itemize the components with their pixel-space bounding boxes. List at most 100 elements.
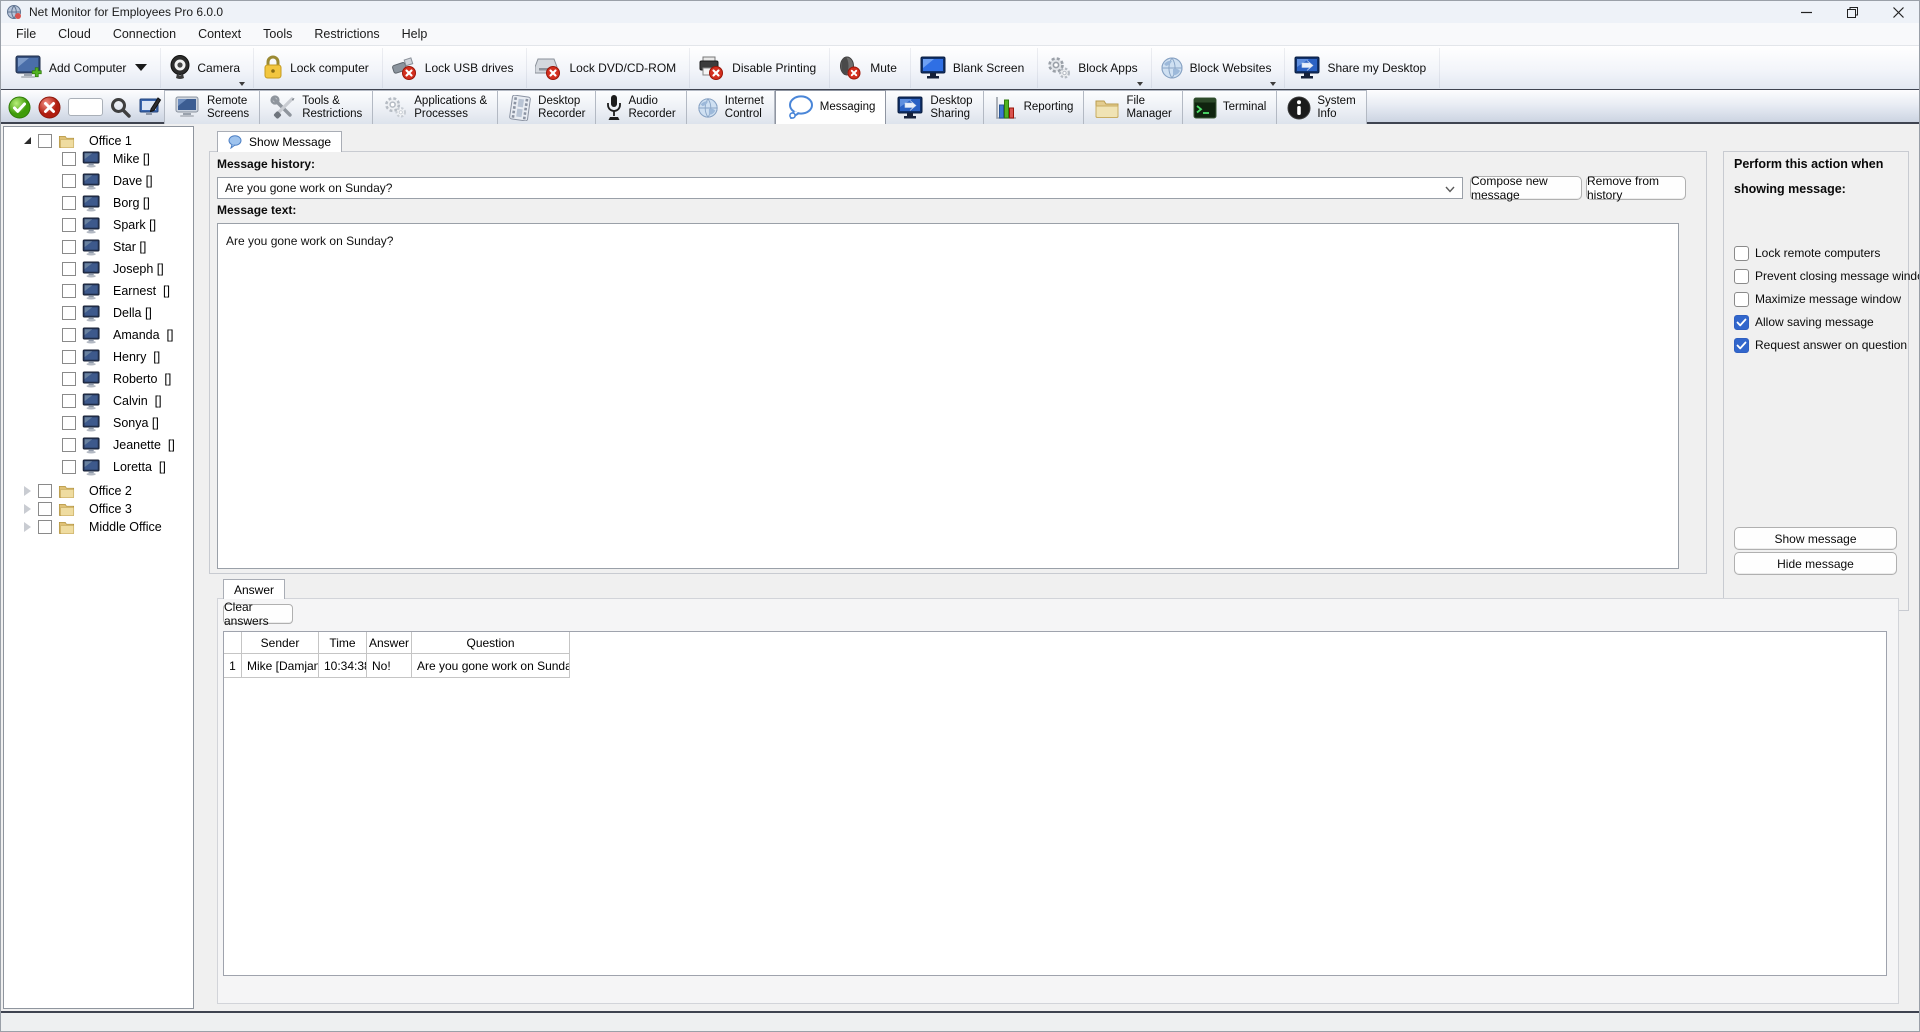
tree-checkbox[interactable] [62,174,76,188]
tree-checkbox[interactable] [62,438,76,452]
tree-computer-henry[interactable]: Henry [] [4,347,193,367]
small-dropdown-icon[interactable] [239,82,245,86]
tree-checkbox[interactable] [62,262,76,276]
tree-group-office-1[interactable]: Office 1 [4,131,193,151]
tree-checkbox[interactable] [62,240,76,254]
tree-checkbox[interactable] [38,520,52,534]
tree-checkbox[interactable] [62,284,76,298]
tab-desktop-recorder[interactable]: DesktopRecorder [498,90,596,124]
menu-connection[interactable]: Connection [102,23,187,46]
tree-collapse-icon[interactable] [24,137,31,144]
checkbox-checked-icon[interactable] [1734,315,1749,330]
tree-expand-icon[interactable] [24,504,31,514]
tree-computer-sonya[interactable]: Sonya [] [4,413,193,433]
checkbox-unchecked-icon[interactable] [1734,292,1749,307]
tree-checkbox[interactable] [62,416,76,430]
tree-checkbox[interactable] [62,152,76,166]
menu-restrictions[interactable]: Restrictions [303,23,390,46]
hide-message-button[interactable]: Hide message [1734,552,1897,575]
menu-file[interactable]: File [5,23,47,46]
checkbox-unchecked-icon[interactable] [1734,246,1749,261]
tree-checkbox[interactable] [38,502,52,516]
tree-computer-della[interactable]: Della [] [4,303,193,323]
toolbar-button-disable-printing[interactable]: Disable Printing [690,48,830,88]
toolbar-button-blank-screen[interactable]: Blank Screen [911,48,1038,88]
compose-new-message-button[interactable]: Compose new message [1470,176,1582,200]
tree-computer-jeanette[interactable]: Jeanette [] [4,435,193,455]
tree-computer-loretta[interactable]: Loretta [] [4,457,193,477]
tree-checkbox[interactable] [62,394,76,408]
tree-checkbox[interactable] [62,460,76,474]
toolbar-button-mute[interactable]: Mute [830,48,911,88]
tab-desktop-sharing[interactable]: DesktopSharing [886,90,983,124]
tree-checkbox[interactable] [62,306,76,320]
tree-group-office-3[interactable]: Office 3 [4,499,193,519]
search-icon[interactable] [110,97,131,118]
toolbar-button-block-websites[interactable]: Block Websites [1152,48,1286,88]
restore-button[interactable] [1829,1,1875,23]
tab-show-message[interactable]: Show Message [217,131,342,152]
toolbar-button-lock-usb-drives[interactable]: Lock USB drives [383,48,528,88]
tree-checkbox[interactable] [38,484,52,498]
tab-file-manager[interactable]: FileManager [1084,90,1182,124]
show-message-button[interactable]: Show message [1734,527,1897,550]
column-header-rownum[interactable] [224,632,242,654]
tree-group-office-2[interactable]: Office 2 [4,481,193,501]
disconnect-icon[interactable] [38,96,61,119]
tab-messaging[interactable]: Messaging [775,90,887,124]
option-row-maximize-message-window[interactable]: Maximize message window [1734,291,1901,307]
tab-terminal[interactable]: Terminal [1183,90,1277,124]
column-header-question[interactable]: Question [412,632,570,654]
tab-applications-processes[interactable]: Applications &Processes [373,90,498,124]
close-button[interactable] [1875,1,1920,23]
menu-tools[interactable]: Tools [252,23,303,46]
message-history-combobox[interactable]: Are you gone work on Sunday? [217,177,1463,199]
tree-checkbox[interactable] [62,350,76,364]
tree-group-middle-office[interactable]: Middle Office [4,517,193,537]
filter-input[interactable] [68,98,103,116]
small-dropdown-icon[interactable] [1270,82,1276,86]
tab-system-info[interactable]: SystemInfo [1277,90,1366,124]
tab-reporting[interactable]: Reporting [984,90,1085,124]
option-row-lock-remote-computers[interactable]: Lock remote computers [1734,245,1880,261]
checkbox-unchecked-icon[interactable] [1734,269,1749,284]
column-header-answer[interactable]: Answer [367,632,412,654]
remove-from-history-button[interactable]: Remove from history [1586,176,1686,200]
tab-audio-recorder[interactable]: AudioRecorder [596,90,686,124]
tab-answer[interactable]: Answer [223,579,285,599]
column-header-time[interactable]: Time [319,632,367,654]
tree-computer-roberto[interactable]: Roberto [] [4,369,193,389]
connect-icon[interactable] [8,96,31,119]
option-row-allow-saving-message[interactable]: Allow saving message [1734,314,1874,330]
tree-checkbox[interactable] [62,218,76,232]
tree-computer-mike[interactable]: Mike [] [4,149,193,169]
option-row-request-answer-on-question[interactable]: Request answer on question [1734,337,1907,353]
toolbar-button-lock-computer[interactable]: Lock computer [254,48,383,88]
tree-checkbox[interactable] [38,134,52,148]
menu-cloud[interactable]: Cloud [47,23,102,46]
dropdown-caret-icon[interactable] [135,64,147,71]
tree-checkbox[interactable] [62,372,76,386]
small-dropdown-icon[interactable] [1137,82,1143,86]
toolbar-button-add-computer[interactable]: Add Computer [7,48,161,88]
tree-computer-amanda[interactable]: Amanda [] [4,325,193,345]
tree-checkbox[interactable] [62,196,76,210]
tree-computer-star[interactable]: Star [] [4,237,193,257]
message-text-input[interactable]: Are you gone work on Sunday? [217,223,1679,569]
toolbar-button-camera[interactable]: Camera [161,48,254,88]
tree-computer-borg[interactable]: Borg [] [4,193,193,213]
tab-remote-screens[interactable]: RemoteScreens [164,90,260,124]
menu-context[interactable]: Context [187,23,252,46]
option-row-prevent-closing-message-window[interactable]: Prevent closing message window [1734,268,1920,284]
tree-expand-icon[interactable] [24,486,31,496]
tree-computer-calvin[interactable]: Calvin [] [4,391,193,411]
tree-computer-dave[interactable]: Dave [] [4,171,193,191]
tree-computer-earnest[interactable]: Earnest [] [4,281,193,301]
tree-computer-joseph[interactable]: Joseph [] [4,259,193,279]
tab-internet-control[interactable]: InternetControl [687,90,775,124]
menu-help[interactable]: Help [391,23,439,46]
toolbar-button-share-my-desktop[interactable]: Share my Desktop [1285,48,1440,88]
tree-checkbox[interactable] [62,328,76,342]
tree-expand-icon[interactable] [24,522,31,532]
tree-computer-spark[interactable]: Spark [] [4,215,193,235]
